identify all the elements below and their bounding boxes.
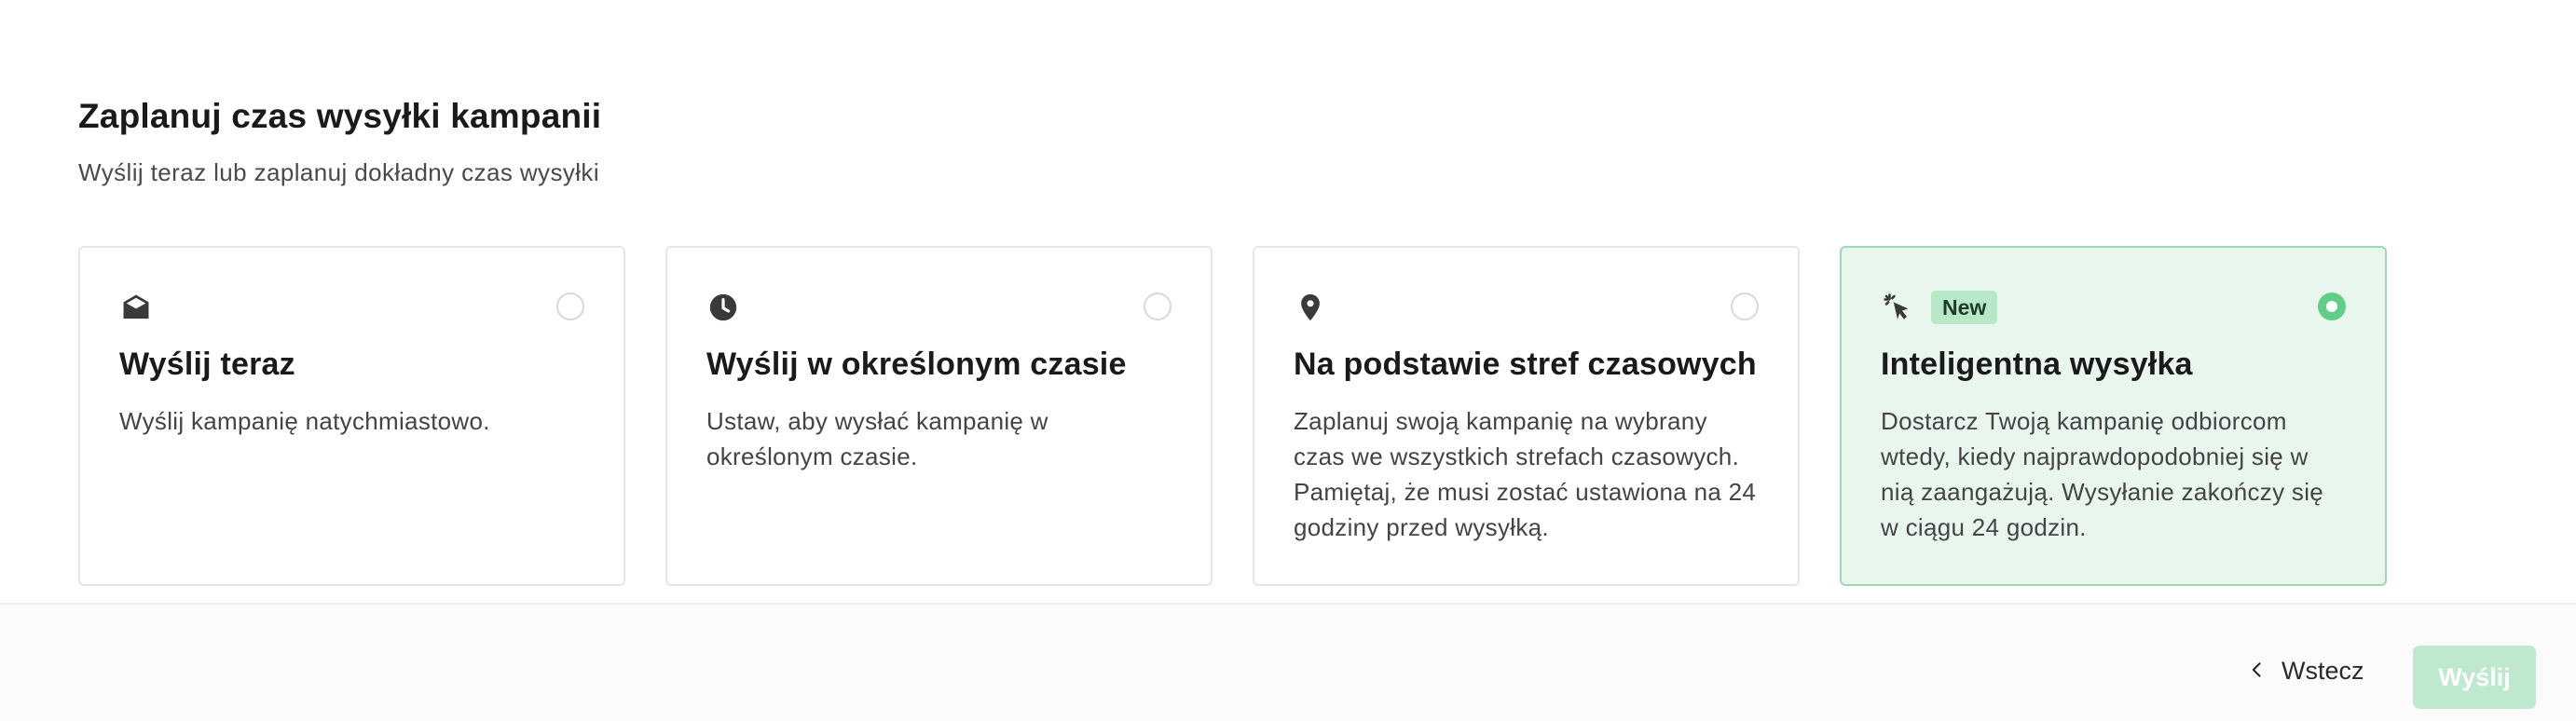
- option-description: Wyślij kampanię natychmiastowo.: [119, 407, 490, 435]
- pointer-click-icon: [1881, 291, 1914, 324]
- send-button[interactable]: Wyślij: [2413, 646, 2536, 709]
- chevron-left-icon: [2248, 657, 2267, 686]
- option-description: Dostarcz Twoją kampanię odbiorcom wtedy,…: [1881, 407, 2324, 541]
- option-title: Inteligentna wysyłka: [1881, 347, 2193, 382]
- option-description: Ustaw, aby wysłać kampanię w określonym …: [706, 407, 1048, 470]
- page-subtitle: Wyślij teraz lub zaplanuj dokładny czas …: [78, 158, 599, 186]
- back-button-label: Wstecz: [2281, 657, 2364, 685]
- option-description: Zaplanuj swoją kampanię na wybrany czas …: [1294, 407, 1757, 541]
- option-card-send-now[interactable]: Wyślij teraz Wyślij kampanię natychmiast…: [78, 246, 625, 586]
- option-radio-timezones[interactable]: [1731, 292, 1759, 320]
- option-radio-send-at-time[interactable]: [1144, 292, 1172, 320]
- back-button[interactable]: Wstecz: [2248, 657, 2364, 686]
- schedule-options: Wyślij teraz Wyślij kampanię natychmiast…: [78, 246, 2387, 586]
- new-badge: New: [1931, 291, 1998, 324]
- page-title: Zaplanuj czas wysyłki kampanii: [78, 97, 602, 135]
- option-title: Wyślij teraz: [119, 347, 295, 382]
- option-radio-send-now[interactable]: [556, 292, 584, 320]
- option-card-smart-send[interactable]: New Inteligentna wysyłka Dostarcz Twoją …: [1840, 246, 2387, 586]
- option-card-send-at-time[interactable]: Wyślij w określonym czasie Ustaw, aby wy…: [665, 246, 1213, 586]
- location-pin-icon: [1294, 291, 1327, 324]
- option-radio-smart-send[interactable]: [2318, 292, 2346, 320]
- page-header: Zaplanuj czas wysyłki kampanii Wyślij te…: [78, 97, 601, 187]
- option-card-timezones[interactable]: Na podstawie stref czasowych Zaplanuj sw…: [1253, 246, 1800, 586]
- footer-bar: Wstecz Wyślij: [0, 603, 2576, 721]
- open-envelope-icon: [119, 291, 153, 324]
- option-title: Na podstawie stref czasowych: [1294, 347, 1757, 382]
- clock-icon: [706, 291, 740, 324]
- option-title: Wyślij w określonym czasie: [706, 347, 1127, 382]
